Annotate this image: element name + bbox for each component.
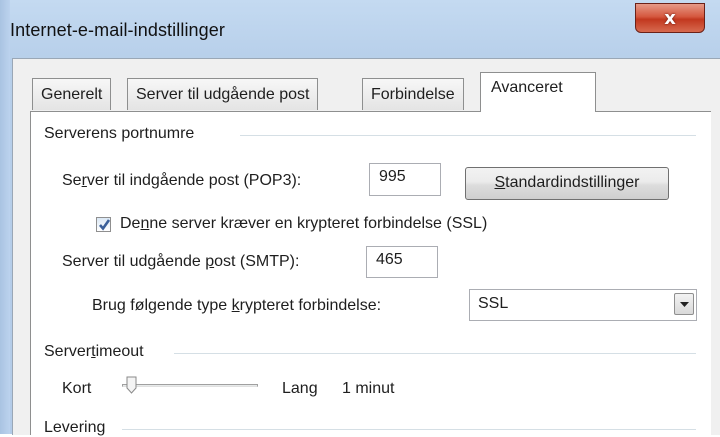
timeout-short-label: Kort [62,380,92,397]
close-icon: x [664,7,676,29]
tab-avanceret[interactable]: Avanceret [480,72,596,112]
group-separator [240,135,696,136]
timeout-value: 1 minut [342,380,395,397]
tab-forbindelse[interactable]: Forbindelse [362,78,464,110]
close-button[interactable]: x [635,3,705,33]
group-title-delivery: Levering [44,419,106,436]
group-separator [122,429,696,430]
outgoing-port-field[interactable]: 465 [366,246,438,278]
encryption-type-label: Brug følgende type krypteret forbindelse… [92,297,382,314]
group-title-server-ports: Serverens portnumre [44,125,195,142]
slider-thumb-icon [126,376,137,394]
ssl-checkbox-label[interactable]: Denne server kræver en krypteret forbind… [120,215,487,233]
timeout-long-label: Lang [282,380,318,397]
incoming-port-label: Server til indgående post (POP3): [62,172,302,189]
checkmark-icon [99,219,111,231]
group-title-server-timeout: Servertimeout [44,343,144,360]
window-title: Internet-e-mail-indstillinger [10,20,225,40]
timeout-slider-track[interactable] [122,384,258,387]
outgoing-port-label: Server til udgående post (SMTP): [62,253,300,270]
group-separator [174,353,696,354]
dropdown-button[interactable] [674,293,694,315]
chevron-down-icon [680,302,689,307]
timeout-slider-thumb[interactable] [126,376,137,399]
encryption-type-value: SSL [478,295,509,312]
tab-server-til-udgaaende-post[interactable]: Server til udgående post [127,78,319,110]
encryption-type-dropdown[interactable]: SSL [469,289,697,321]
default-settings-button[interactable]: Standardindstillinger [465,167,669,200]
window-left-edge [0,0,10,434]
ssl-checkbox[interactable] [96,217,111,232]
tab-generelt[interactable]: Generelt [32,78,112,110]
incoming-port-field[interactable]: 995 [369,163,441,196]
